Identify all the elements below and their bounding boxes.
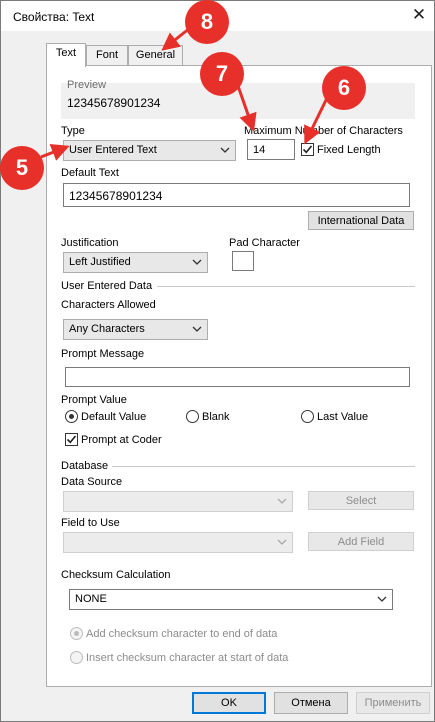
callout-badge-6: 6 <box>322 66 366 110</box>
callout-arrow-5 <box>40 143 70 161</box>
callout-badge-5: 5 <box>0 146 44 190</box>
callout-badge-8: 8 <box>185 0 229 44</box>
callout-arrow-7 <box>235 82 257 132</box>
callout-arrow-6 <box>304 95 330 145</box>
callout-arrows <box>40 26 330 161</box>
callout-badge-7: 7 <box>200 52 244 96</box>
